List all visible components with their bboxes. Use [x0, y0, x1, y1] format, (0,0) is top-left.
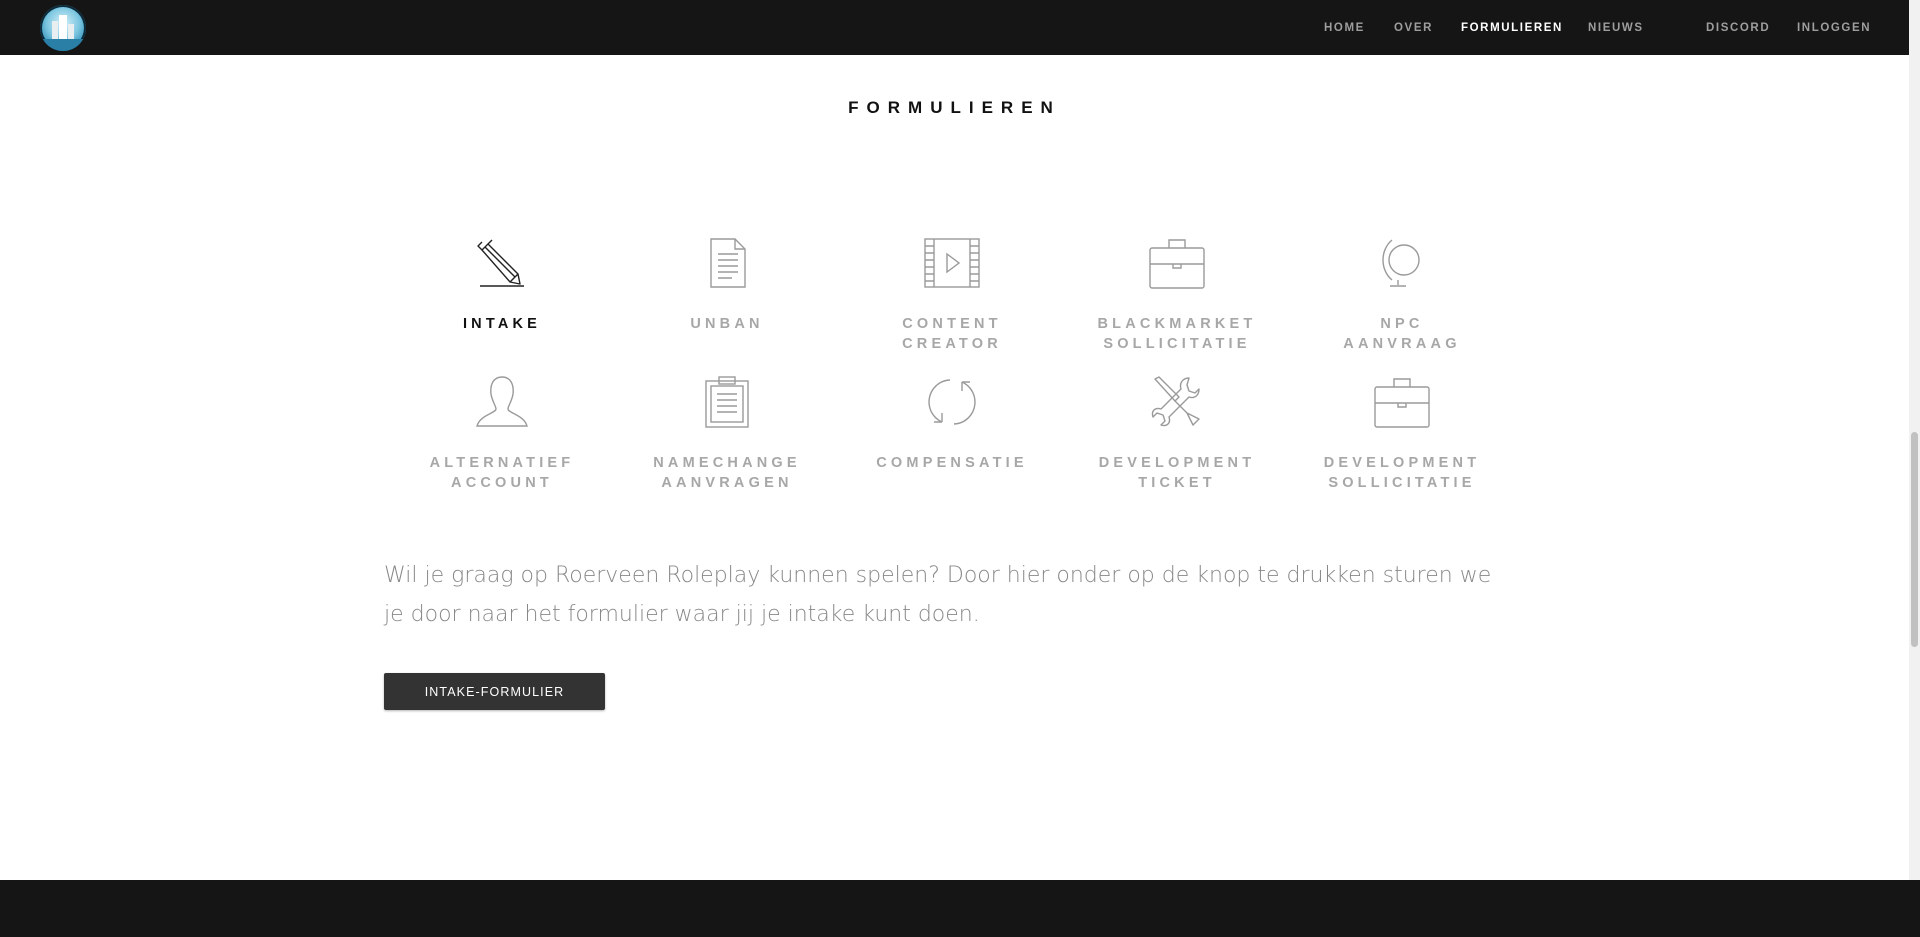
form-tile-npc-aanvraag[interactable]: NPC AANVRAAG: [1307, 236, 1497, 354]
briefcase-icon: [1374, 378, 1430, 428]
document-icon: [710, 238, 746, 288]
form-tile-content-creator[interactable]: CONTENT CREATOR: [857, 236, 1047, 354]
nav-link-inloggen[interactable]: INLOGGEN: [1797, 22, 1871, 34]
scrollbar-thumb[interactable]: [1911, 432, 1918, 647]
tools-icon: [1151, 376, 1200, 427]
nav-link-nieuws[interactable]: NIEUWS: [1588, 22, 1644, 34]
nav-link-discord[interactable]: DISCORD: [1706, 22, 1770, 34]
form-tile-label: INTAKE: [462, 316, 542, 332]
page-footer: [0, 880, 1920, 937]
logo-building: [52, 21, 58, 39]
nav-link-home[interactable]: HOME: [1324, 22, 1365, 34]
nav-link-over[interactable]: OVER: [1394, 22, 1433, 34]
form-tile-label: NPC AANVRAAG: [1343, 316, 1461, 352]
form-tile-label: UNBAN: [690, 316, 764, 332]
nav-item-formulieren[interactable]: FORMULIEREN: [1461, 0, 1563, 55]
refresh-icon: [928, 379, 976, 425]
form-tile-intake[interactable]: INTAKE: [407, 236, 597, 334]
form-tile-development-ticket[interactable]: DEVELOPMENT TICKET: [1082, 375, 1272, 493]
pencil-icon: [477, 239, 524, 287]
intake-form-button[interactable]: INTAKE-FORMULIER: [384, 673, 605, 710]
nav-item-home[interactable]: HOME: [1324, 0, 1365, 55]
form-tile-label: CONTENT CREATOR: [902, 316, 1002, 352]
form-tile-label: NAMECHANGE AANVRAGEN: [653, 455, 801, 491]
form-tile-label: DEVELOPMENT TICKET: [1098, 455, 1256, 491]
nav-item-nieuws[interactable]: NIEUWS: [1588, 0, 1644, 55]
user-icon: [476, 376, 528, 427]
form-description: Wil je graag op Roerveen Roleplay kunnen…: [384, 563, 1492, 627]
nav-item-over[interactable]: OVER: [1394, 0, 1433, 55]
globe-icon: [1382, 239, 1420, 287]
top-navbar: HOME OVER FORMULIEREN NIEUWS DISCORD INL…: [0, 0, 1909, 55]
briefcase-icon: [1149, 239, 1205, 289]
logo-water: [40, 39, 86, 51]
form-tile-namechange-aanvragen[interactable]: NAMECHANGE AANVRAGEN: [632, 375, 822, 493]
form-tile-label: BLACKMARKET SOLLICITATIE: [1097, 316, 1257, 352]
form-tile-compensatie[interactable]: COMPENSATIE: [857, 375, 1047, 473]
nav-item-discord[interactable]: DISCORD: [1706, 0, 1770, 55]
form-tile-unban[interactable]: UNBAN: [632, 236, 822, 334]
form-tile-alternatief-account[interactable]: ALTERNATIEF ACCOUNT: [407, 375, 597, 493]
form-tile-label: ALTERNATIEF ACCOUNT: [429, 455, 575, 491]
form-tile-label: DEVELOPMENT SOLLICITATIE: [1323, 455, 1481, 491]
clipboard-icon: [705, 376, 749, 428]
film-icon: [924, 238, 980, 288]
form-tile-development-sollicitatie[interactable]: DEVELOPMENT SOLLICITATIE: [1307, 375, 1497, 493]
logo-building: [68, 24, 74, 39]
form-tile-label: COMPENSATIE: [876, 455, 1028, 471]
site-logo[interactable]: [40, 5, 86, 51]
form-tile-blackmarket-sollicitatie[interactable]: BLACKMARKET SOLLICITATIE: [1082, 236, 1272, 354]
page-title: FORMULIEREN: [848, 98, 1061, 117]
logo-building: [59, 15, 67, 39]
nav-link-formulieren[interactable]: FORMULIEREN: [1461, 22, 1563, 34]
nav-item-inloggen[interactable]: INLOGGEN: [1797, 0, 1871, 55]
